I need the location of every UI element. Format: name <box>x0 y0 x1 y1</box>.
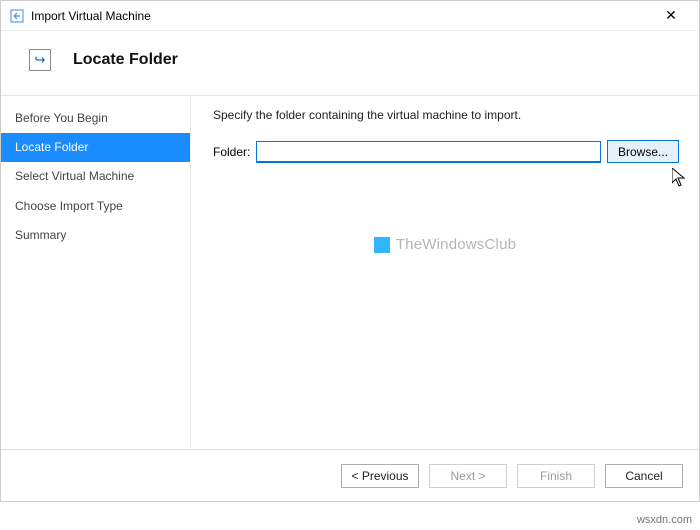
next-button[interactable]: Next > <box>429 464 507 488</box>
finish-button[interactable]: Finish <box>517 464 595 488</box>
folder-field-row: Folder: Browse... <box>213 140 679 163</box>
instruction-text: Specify the folder containing the virtua… <box>213 108 679 122</box>
sidebar-item-label: Choose Import Type <box>15 199 123 213</box>
close-icon: ✕ <box>665 7 677 24</box>
content-pane: Specify the folder containing the virtua… <box>191 96 699 449</box>
sidebar-item-choose-import-type[interactable]: Choose Import Type <box>1 192 190 221</box>
watermark-text: TheWindowsClub <box>396 236 516 253</box>
close-button[interactable]: ✕ <box>651 2 691 30</box>
sidebar-item-before-you-begin[interactable]: Before You Begin <box>1 104 190 133</box>
wizard-window: Import Virtual Machine ✕ ↪ Locate Folder… <box>0 0 700 502</box>
sidebar-item-summary[interactable]: Summary <box>1 221 190 250</box>
sidebar-item-label: Select Virtual Machine <box>15 169 134 183</box>
previous-button[interactable]: < Previous <box>341 464 419 488</box>
wizard-footer: < Previous Next > Finish Cancel <box>1 449 699 501</box>
sidebar-item-locate-folder[interactable]: Locate Folder <box>1 133 190 162</box>
app-icon <box>9 8 25 24</box>
sidebar-item-label: Summary <box>15 228 66 242</box>
watermark-logo-icon <box>374 237 390 253</box>
titlebar: Import Virtual Machine ✕ <box>1 1 699 31</box>
page-title: Locate Folder <box>73 51 178 69</box>
wizard-steps-sidebar: Before You Begin Locate Folder Select Vi… <box>1 96 191 449</box>
window-title: Import Virtual Machine <box>31 9 151 23</box>
body: Before You Begin Locate Folder Select Vi… <box>1 95 699 449</box>
page-header: ↪ Locate Folder <box>1 31 699 95</box>
sidebar-item-select-virtual-machine[interactable]: Select Virtual Machine <box>1 162 190 191</box>
sidebar-item-label: Locate Folder <box>15 140 88 154</box>
folder-input[interactable] <box>256 141 601 163</box>
watermark: TheWindowsClub <box>191 236 699 253</box>
folder-label: Folder: <box>213 145 250 159</box>
import-icon: ↪ <box>29 49 51 71</box>
cancel-button[interactable]: Cancel <box>605 464 683 488</box>
sidebar-item-label: Before You Begin <box>15 111 108 125</box>
browse-button[interactable]: Browse... <box>607 140 679 163</box>
attribution-text: wsxdn.com <box>637 514 692 526</box>
